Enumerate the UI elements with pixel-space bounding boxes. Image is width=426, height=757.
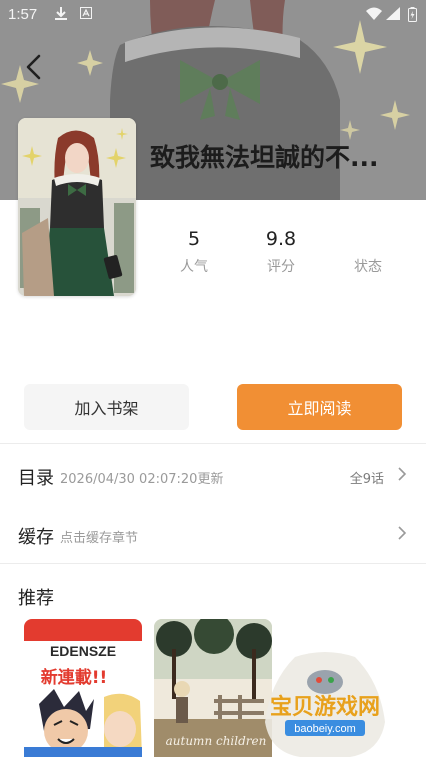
- divider: [0, 443, 426, 444]
- recommend-cover-text-top: EDENSZE: [50, 643, 116, 659]
- recommend-cover-text-mid: 新連載!!: [41, 667, 108, 688]
- watermark-logo: 宝贝游戏网 baobeiy.com: [265, 652, 385, 757]
- text-app-icon: [80, 7, 92, 23]
- watermark-text: 宝贝游戏网: [270, 694, 380, 720]
- stat-status: 状态: [324, 226, 412, 276]
- status-time: 1:57: [8, 6, 38, 23]
- cache-label: 缓存: [18, 527, 54, 548]
- catalog-updated-time: 2026/04/30 02:07:20更新: [60, 472, 224, 487]
- comic-title: 致我無法坦誠的不...: [150, 143, 379, 172]
- stat-label: 人气: [180, 259, 208, 275]
- catalog-row[interactable]: 目录 2026/04/30 02:07:20更新 全9话: [0, 446, 426, 502]
- chevron-right-icon: [398, 467, 407, 481]
- stat-value: 5: [187, 228, 201, 250]
- cache-hint: 点击缓存章节: [60, 531, 139, 546]
- comic-cover: [18, 118, 136, 296]
- divider: [0, 563, 426, 564]
- cover-artwork: [18, 118, 136, 296]
- wifi-icon: [366, 7, 382, 24]
- read-now-button[interactable]: 立即阅读: [237, 384, 402, 430]
- stat-popularity: 5 人气: [150, 226, 238, 276]
- stat-label: 评分: [267, 259, 295, 275]
- stat-label: 状态: [354, 259, 382, 275]
- add-to-shelf-button[interactable]: 加入书架: [24, 384, 189, 430]
- back-arrow-icon: [26, 54, 41, 80]
- site-watermark: 宝贝游戏网 baobeiy.com: [250, 652, 400, 757]
- chapter-count: 全9话: [349, 472, 384, 487]
- stats-row: 5 人气 9.8 评分 状态: [150, 226, 412, 282]
- signal-icon: [386, 7, 400, 24]
- cache-row[interactable]: 缓存 点击缓存章节: [0, 505, 426, 561]
- comic-detail-screen: 1:57 致我無法坦誠的不... 5 人气 9.8 评分 状态 加入书架 立即阅…: [0, 0, 426, 757]
- stat-value: 9.8: [265, 228, 297, 250]
- recommend-title: 推荐: [18, 588, 54, 609]
- recommend-card[interactable]: EDENSZE 新連載!!: [24, 619, 142, 757]
- watermark-url: baobeiy.com: [294, 723, 356, 735]
- download-icon: [55, 7, 67, 25]
- status-bar: 1:57: [0, 0, 426, 30]
- battery-icon: [408, 7, 417, 26]
- stat-value: [324, 226, 412, 252]
- chevron-right-icon: [398, 526, 407, 540]
- back-button[interactable]: [18, 52, 48, 82]
- catalog-label: 目录: [18, 468, 54, 489]
- recommend-cover: EDENSZE 新連載!!: [24, 619, 142, 757]
- stat-rating: 9.8 评分: [237, 226, 325, 276]
